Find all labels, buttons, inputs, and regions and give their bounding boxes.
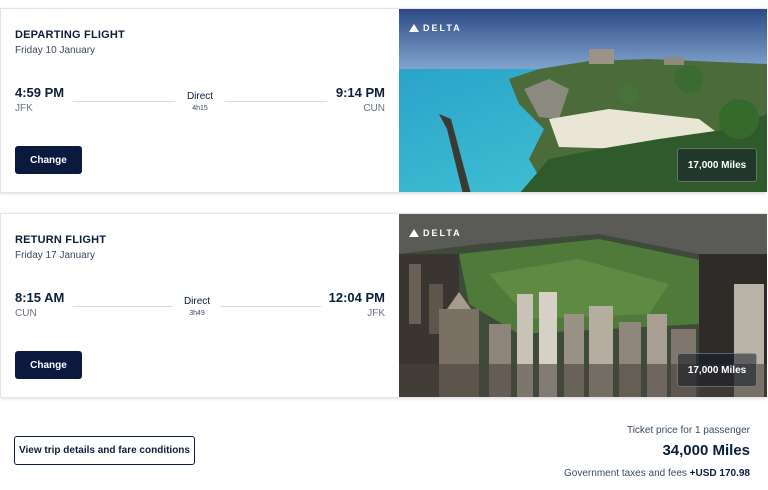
airline-name: DELTA xyxy=(423,23,462,33)
view-trip-details-button[interactable]: View trip details and fare conditions xyxy=(14,436,195,465)
return-flight-card: RETURN FLIGHT Friday 17 January 8:15 AM … xyxy=(0,213,767,398)
route-line-right xyxy=(225,101,327,102)
arrival-time: 12:04 PM xyxy=(328,290,385,305)
airline-brand: DELTA xyxy=(409,228,462,238)
airline-name: DELTA xyxy=(423,228,462,238)
miles-badge: 17,000 Miles xyxy=(677,353,757,387)
taxes-and-fees: Government taxes and fees +USD 170.98 xyxy=(564,468,750,479)
flight-info: DEPARTING FLIGHT Friday 10 January 4:59 … xyxy=(1,9,399,192)
departing-flight-card: DEPARTING FLIGHT Friday 10 January 4:59 … xyxy=(0,8,767,193)
destination-image-cancun: DELTA 17,000 Miles xyxy=(399,9,767,192)
ticket-price-total: 34,000 Miles xyxy=(662,442,750,459)
destination-image-new-york: DELTA 17,000 Miles xyxy=(399,214,767,397)
ticket-price-label: Ticket price for 1 passenger xyxy=(626,425,750,436)
arrival-airport: CUN xyxy=(363,103,385,114)
miles-badge: 17,000 Miles xyxy=(677,148,757,182)
duration-label: 4h15 xyxy=(192,105,208,112)
airline-brand: DELTA xyxy=(409,23,462,33)
flight-info: RETURN FLIGHT Friday 17 January 8:15 AM … xyxy=(1,214,399,397)
taxes-value: +USD 170.98 xyxy=(689,468,750,479)
change-departing-button[interactable]: Change xyxy=(15,146,82,174)
delta-logo-icon xyxy=(409,24,419,32)
flight-date: Friday 17 January xyxy=(15,250,96,261)
delta-logo-icon xyxy=(409,229,419,237)
change-return-button[interactable]: Change xyxy=(15,351,82,379)
flight-date: Friday 10 January xyxy=(15,45,96,56)
taxes-label: Government taxes and fees xyxy=(564,468,687,479)
duration-label: 3h49 xyxy=(189,310,205,317)
arrival-airport: JFK xyxy=(367,308,385,319)
flight-title: RETURN FLIGHT xyxy=(15,234,107,246)
arrival-time: 9:14 PM xyxy=(335,85,385,100)
route-line-right xyxy=(221,306,321,307)
flight-title: DEPARTING FLIGHT xyxy=(15,29,125,41)
